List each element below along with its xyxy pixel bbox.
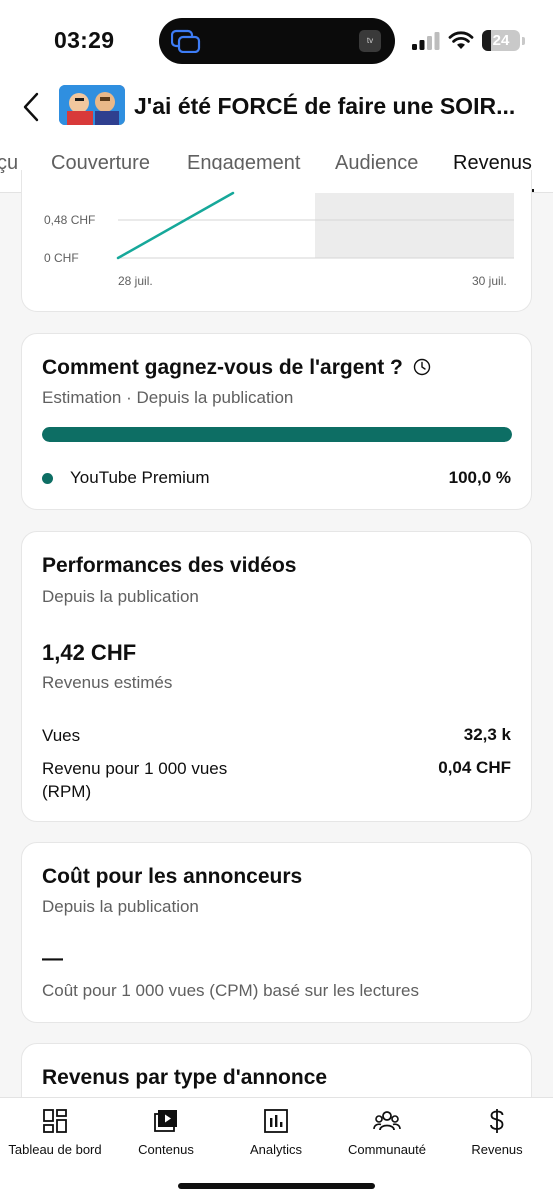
- screen-mirroring-icon: [171, 29, 201, 53]
- video-thumbnail: [59, 85, 125, 125]
- battery-level: 24: [492, 32, 510, 49]
- card-title: Performances des vidéos: [42, 554, 297, 577]
- card-title: Revenus par type d'annonce: [42, 1066, 328, 1089]
- estimated-revenue-label: Revenus estimés: [42, 673, 173, 692]
- card-title: Coût pour les annonceurs: [42, 865, 303, 888]
- status-bar: 03:29 tv 24: [0, 0, 553, 80]
- card-subtitle: Depuis la publication: [42, 587, 199, 606]
- community-icon: [373, 1111, 401, 1131]
- page-header: J'ai été FORCÉ de faire une SOIR...: [0, 80, 553, 132]
- wifi-icon: [448, 31, 474, 49]
- cellular-signal-icon: [412, 32, 440, 50]
- back-button[interactable]: [14, 88, 48, 126]
- card-subtitle: Estimation · Depuis la publication: [42, 388, 294, 407]
- tab-overview[interactable]: çu: [0, 152, 18, 175]
- clock-icon[interactable]: [413, 358, 431, 376]
- chart-series-line: [116, 191, 235, 260]
- cpm-label: Coût pour 1 000 vues (CPM) basé sur les …: [42, 981, 420, 1000]
- analytics-icon: [264, 1109, 288, 1133]
- rpm-value: 0,04 CHF: [438, 758, 511, 777]
- legend-value: 100,0 %: [448, 468, 511, 487]
- nav-label: Revenus: [471, 1142, 523, 1157]
- dollar-icon: [490, 1109, 504, 1133]
- battery-icon: 24: [482, 30, 520, 51]
- earnings-progress-bar: [42, 427, 512, 442]
- status-time: 03:29: [54, 27, 115, 53]
- estimated-revenue-value: 1,42 CHF: [42, 640, 137, 665]
- cpm-value: —: [42, 947, 63, 970]
- legend-label: YouTube Premium: [70, 468, 210, 487]
- x-tick-label: 28 juil.: [118, 274, 153, 288]
- earnings-progress-fill: [42, 427, 512, 442]
- video-title: J'ai été FORCÉ de faire une SOIR...: [134, 93, 516, 119]
- card-subtitle: Depuis la publication: [42, 897, 199, 916]
- views-label: Vues: [42, 726, 81, 745]
- card-title: Comment gagnez-vous de l'argent ?: [42, 356, 431, 380]
- nav-content[interactable]: Contenus: [110, 1108, 222, 1160]
- x-tick-label: 30 juil.: [472, 274, 507, 288]
- y-tick-label: 0 CHF: [44, 251, 79, 265]
- chart-shaded-region: [315, 193, 514, 258]
- nav-dashboard[interactable]: Tableau de bord: [0, 1108, 111, 1160]
- dashboard-icon: [43, 1109, 67, 1133]
- battery-cap: [522, 37, 525, 45]
- views-value: 32,3 k: [463, 725, 511, 744]
- nav-analytics[interactable]: Analytics: [220, 1108, 332, 1160]
- nav-revenue[interactable]: Revenus: [441, 1108, 553, 1160]
- revenue-chart: [116, 191, 514, 260]
- revenue-chart-card: 0,48 CHF 0 CHF 28 juil. 30 juil.: [21, 170, 532, 312]
- nav-label: Contenus: [138, 1142, 194, 1157]
- rpm-label-suffix: (RPM): [42, 782, 92, 801]
- dynamic-island: tv: [159, 18, 395, 64]
- thumbnail-art-icon: [59, 85, 125, 125]
- rpm-label: Revenu pour 1 000 vues: [42, 759, 228, 778]
- nav-label: Communauté: [347, 1142, 427, 1157]
- chevron-left-icon: [23, 92, 39, 122]
- home-indicator: [178, 1183, 375, 1189]
- nav-community[interactable]: Communauté: [331, 1108, 443, 1160]
- nav-label: Analytics: [249, 1142, 303, 1157]
- y-tick-label: 0,48 CHF: [44, 213, 96, 227]
- video-performance-card[interactable]: Performances des vidéos Depuis la public…: [21, 531, 532, 822]
- nav-label: Tableau de bord: [8, 1142, 102, 1157]
- content-icon: [154, 1110, 177, 1132]
- legend-dot: [42, 473, 53, 484]
- earnings-sources-card[interactable]: Comment gagnez-vous de l'argent ? Estima…: [21, 333, 532, 510]
- tv-app-icon: tv: [359, 30, 381, 52]
- advertiser-cost-card[interactable]: Coût pour les annonceurs Depuis la publi…: [21, 842, 532, 1023]
